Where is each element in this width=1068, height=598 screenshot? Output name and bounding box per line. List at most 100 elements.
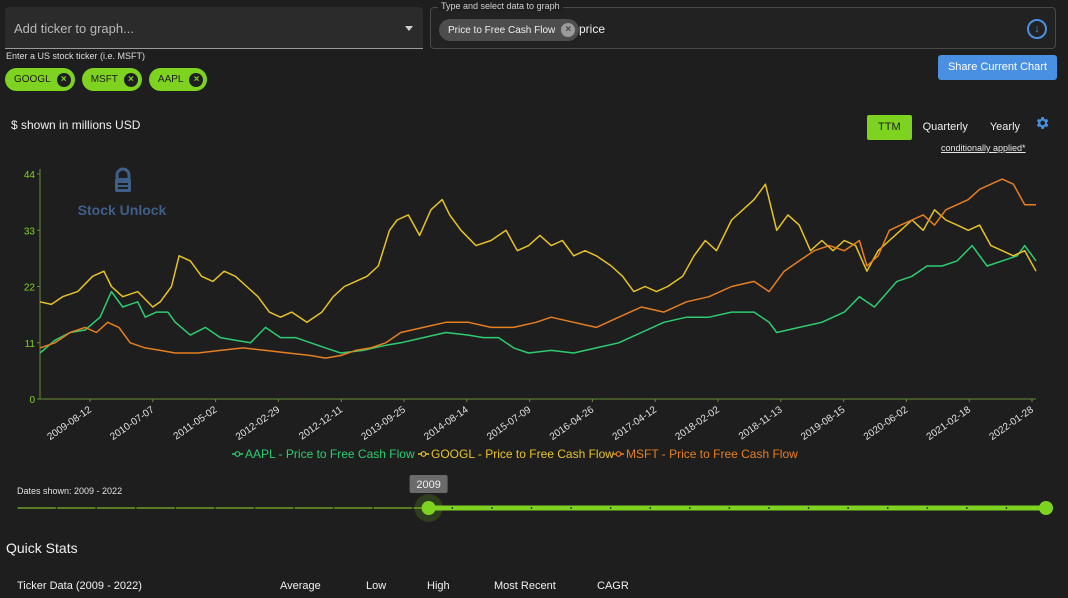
slider-step-mark [253,507,256,509]
ticker-input-helper: Enter a US stock ticker (i.e. MSFT) [6,51,146,61]
x-tick-label: 2014-08-14 [422,404,471,443]
close-circle-icon[interactable]: × [123,72,138,87]
x-tick-label: 2016-04-26 [548,404,597,443]
slider-step-mark [728,507,731,509]
stats-col-ticker: Ticker Data (2009 - 2022) [17,580,142,592]
data-metric-input[interactable]: Type and select data to graph Price to F… [430,1,1056,49]
series-line-0 [39,244,1037,354]
x-tick-label: 2022-01-28 [988,404,1037,443]
x-tick-label: 2018-11-13 [737,404,785,442]
slider-step-mark [16,507,18,509]
slider-step-mark [1005,507,1008,509]
x-tick-label: 2019-08-15 [799,404,848,443]
arrow-down-circle-icon[interactable]: ↓ [1027,19,1047,39]
y-tick-label: 44 [24,170,36,181]
stats-col-average: Average [280,580,321,592]
x-tick-label: 2011-05-02 [172,404,220,442]
ticker-search-input[interactable]: Add ticker to graph... [5,7,423,49]
slider-step-mark [649,507,652,509]
quick-stats-title: Quick Stats [6,540,78,556]
quick-stats-header: Ticker Data (2009 - 2022) Average Low Hi… [0,579,1068,598]
legend-label[interactable]: GOOGL - Price to Free Cash Flow [431,447,614,461]
stock-unlock-watermark: Stock Unlock [78,167,167,218]
lock-icon [115,167,131,192]
metric-chip[interactable]: Price to Free Cash Flow × [439,19,580,41]
legend-marker [234,451,241,457]
slider-step-mark [965,507,968,509]
ticker-chip-list: GOOGL × MSFT × AAPL × [5,68,208,91]
stats-col-low: Low [366,580,387,592]
x-tick-label: 2020-06-02 [862,404,911,443]
stats-col-most-recent: Most Recent [494,580,556,592]
y-tick-label: 0 [29,395,35,406]
tab-yearly[interactable]: Yearly [979,115,1031,140]
series-line-1 [39,183,1037,324]
slider-tooltip-text: 2009 [416,479,440,491]
stats-col-high: High [427,580,450,592]
x-tick-label: 2009-08-12 [46,404,95,443]
x-tick-label: 2018-02-02 [674,404,723,443]
slider-step-mark [847,507,850,509]
x-tick-label: 2021-02-18 [925,404,974,443]
slider-step-mark [886,507,889,509]
slider-step-mark [55,507,58,509]
x-tick-label: 2012-12-11 [297,404,345,442]
slider-step-mark [609,507,612,509]
metric-chip-label: Price to Free Cash Flow [448,24,556,36]
slider-step-mark [293,507,295,509]
series-line-2 [39,178,1036,359]
ticker-chip-label: MSFT [90,74,118,85]
y-tick-label: 11 [25,339,36,350]
slider-start-thumb[interactable] [421,501,436,515]
slider-step-mark [451,507,454,509]
chevron-down-icon[interactable] [405,26,413,31]
legend-marker [615,451,622,457]
close-circle-icon[interactable]: × [561,23,576,37]
conditionally-applied-link[interactable]: conditionally applied* [941,143,1026,153]
watermark-text: Stock Unlock [78,202,167,218]
slider-step-mark [570,507,572,509]
x-tick-label: 2015-07-09 [485,404,534,443]
x-tick-label: 2012-02-29 [234,404,283,443]
close-circle-icon[interactable]: × [189,72,204,87]
slider-step-mark [768,507,770,509]
slider-end-thumb[interactable] [1039,501,1053,515]
x-tick-label: 2010-07-07 [108,404,157,443]
slider-step-mark [530,507,533,509]
slider-step-mark [213,507,216,509]
slider-step-mark [95,507,98,509]
slider-step-mark [926,507,929,509]
x-tick-label: 2013-09-25 [360,404,409,443]
ticker-chip-label: GOOGL [14,74,51,85]
price-to-fcf-chart: Stock Unlock 0 11 22 33 44 2009-08-12 2010-07-… [24,167,1037,461]
gear-icon[interactable] [1034,115,1050,131]
y-tick-label: 22 [24,283,36,294]
slider-step-mark [332,507,335,509]
legend-label[interactable]: MSFT - Price to Free Cash Flow [626,447,798,461]
ticker-chip-googl[interactable]: GOOGL × [5,68,75,91]
slider-step-mark [372,507,375,509]
ticker-chip-aapl[interactable]: AAPL × [148,68,208,91]
slider-step-mark [491,507,493,509]
slider-step-mark [174,507,177,509]
units-note: $ shown in millions USD [11,118,141,132]
ticker-chip-label: AAPL [157,74,184,85]
stats-col-cagr: CAGR [597,580,629,592]
slider-step-mark [134,507,137,509]
close-circle-icon[interactable]: × [56,72,71,87]
ticker-chip-msft[interactable]: MSFT × [81,68,142,91]
tab-quarterly[interactable]: Quarterly [912,115,979,140]
metric-typed-text[interactable]: price [579,22,605,36]
period-tabs: TTM Quarterly Yearly [867,115,1031,140]
slider-step-mark [688,507,691,509]
ticker-input-placeholder: Add ticker to graph... [14,21,134,36]
data-metric-label: Type and select data to graph [438,1,563,11]
share-chart-button[interactable]: Share Current Chart [938,55,1057,80]
legend-label[interactable]: AAPL - Price to Free Cash Flow [245,447,415,461]
slider-step-mark [411,507,414,509]
legend-marker [420,451,427,457]
date-range-slider[interactable]: 2009 [0,472,1068,532]
y-tick-label: 33 [24,226,36,237]
slider-step-mark [807,507,810,509]
tab-ttm[interactable]: TTM [867,115,912,140]
